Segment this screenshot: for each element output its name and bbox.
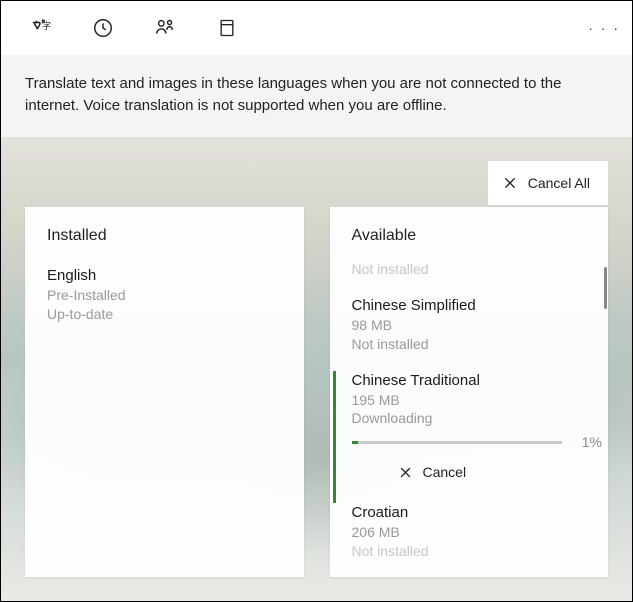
language-name: Chinese Traditional [352, 372, 603, 389]
cancel-label: Cancel [423, 464, 467, 480]
cancel-download-button[interactable]: Cancel [398, 464, 603, 480]
list-item[interactable]: 212 MB Not installed [352, 257, 603, 279]
installed-title: Installed [47, 227, 282, 245]
available-list: 212 MB Not installed Chinese Simplified … [352, 257, 603, 577]
download-progress: 1% [352, 434, 603, 450]
panels: Installed English Pre-Installed Up-to-da… [1, 137, 632, 601]
language-meta: Up-to-date [47, 305, 282, 324]
list-item[interactable]: Chinese Simplified 98 MB Not installed [352, 297, 603, 354]
history-icon[interactable] [83, 8, 123, 48]
close-icon [502, 175, 518, 191]
language-status: Not installed [352, 260, 603, 279]
language-name: Croatian [352, 504, 603, 521]
cancel-all-label: Cancel All [528, 175, 590, 191]
language-size: 195 MB [352, 391, 603, 410]
progress-fill [352, 441, 358, 444]
installed-item[interactable]: English Pre-Installed Up-to-date [47, 267, 282, 324]
language-name: Chinese Simplified [352, 297, 603, 314]
translate-icon[interactable]: 字 [21, 8, 61, 48]
language-meta: Pre-Installed [47, 286, 282, 305]
toolbar: 字 · · · [1, 1, 632, 55]
cancel-all-button[interactable]: Cancel All [488, 161, 608, 205]
more-button[interactable]: · · · [588, 1, 620, 55]
list-item[interactable]: Croatian 206 MB Not installed [352, 504, 603, 561]
installed-card: Installed English Pre-Installed Up-to-da… [25, 207, 304, 577]
available-title: Available [352, 227, 587, 245]
language-size: 98 MB [352, 316, 603, 335]
progress-track [352, 441, 563, 444]
offline-description: Translate text and images in these langu… [1, 55, 632, 139]
language-status: Downloading [352, 409, 603, 428]
language-size: 206 MB [352, 523, 603, 542]
close-icon [398, 465, 413, 480]
language-status: Not installed [352, 542, 603, 561]
list-item-downloading[interactable]: Chinese Traditional 195 MB Downloading 1… [352, 372, 603, 487]
language-name: English [47, 267, 282, 284]
phrasebook-icon[interactable] [207, 8, 247, 48]
available-card: Available 212 MB Not installed Chinese S… [330, 207, 609, 577]
language-status: Not installed [352, 335, 603, 354]
progress-percent: 1% [574, 434, 602, 450]
conversation-icon[interactable] [145, 8, 185, 48]
download-accent [333, 371, 336, 503]
scrollbar[interactable] [604, 267, 607, 309]
